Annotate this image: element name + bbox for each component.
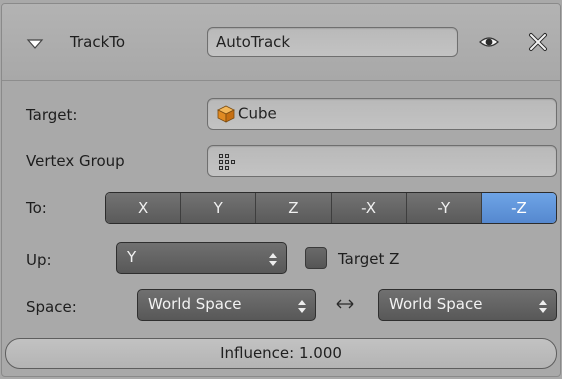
dropdown-arrows-icon (297, 296, 307, 313)
target-field[interactable]: Cube (207, 98, 557, 130)
eye-icon[interactable] (478, 34, 500, 50)
target-label: Target: (26, 106, 78, 124)
target-z-checkbox[interactable] (305, 247, 327, 269)
vertex-group-grid-icon (218, 152, 236, 170)
target-z-label: Target Z (338, 250, 400, 268)
cube-object-icon (216, 104, 236, 124)
up-axis-dropdown[interactable]: Y (116, 242, 287, 274)
target-value: Cube (238, 104, 277, 123)
target-space-dropdown[interactable]: World Space (378, 289, 557, 321)
to-axis-y[interactable]: Y (181, 193, 257, 223)
dropdown-arrows-icon (538, 296, 548, 313)
to-axis-x[interactable]: X (106, 193, 182, 223)
dropdown-arrows-icon (268, 249, 278, 266)
up-axis-value: Y (127, 248, 137, 266)
to-axis-selector: X Y Z -X -Y -Z (105, 192, 557, 224)
constraint-type-label: TrackTo (70, 33, 126, 51)
owner-space-value: World Space (148, 295, 242, 313)
target-space-value: World Space (389, 295, 483, 313)
up-label: Up: (26, 251, 52, 269)
space-label: Space: (26, 298, 77, 316)
to-axis-neg-x[interactable]: -X (331, 193, 407, 223)
owner-space-dropdown[interactable]: World Space (137, 289, 316, 321)
double-arrow-icon (334, 297, 356, 311)
close-x-icon[interactable] (528, 32, 548, 52)
to-axis-neg-y[interactable]: -Y (406, 193, 482, 223)
vertex-group-field[interactable] (207, 145, 557, 177)
collapse-triangle-icon[interactable] (26, 36, 44, 49)
to-axis-z[interactable]: Z (256, 193, 332, 223)
to-label: To: (26, 199, 47, 217)
influence-slider[interactable]: Influence: 1.000 (5, 338, 557, 369)
constraint-name-field[interactable]: AutoTrack (207, 27, 458, 57)
to-axis-neg-z[interactable]: -Z (481, 193, 556, 223)
vertex-group-label: Vertex Group (26, 152, 125, 170)
